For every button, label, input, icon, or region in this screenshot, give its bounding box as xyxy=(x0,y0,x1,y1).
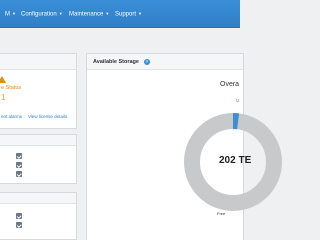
overall-label: Overa xyxy=(220,81,240,88)
health-panel-header xyxy=(0,54,76,70)
caret-down-icon: ▼ xyxy=(58,11,63,16)
check-icon xyxy=(16,171,22,177)
info-icon[interactable]: ? xyxy=(143,58,150,65)
warning-icon xyxy=(0,76,6,83)
caret-down-icon: ▼ xyxy=(105,11,110,16)
nav-label: Configuration xyxy=(21,11,57,18)
current-alarms-link[interactable]: ent alarms xyxy=(1,114,22,119)
view-license-details-link[interactable]: View license details xyxy=(28,114,67,119)
nav-label: M xyxy=(5,11,10,18)
health-panel: e Status 1 ent alarms View license detai… xyxy=(0,53,77,129)
alarm-count: 1 xyxy=(1,93,6,102)
checklist-panel-2 xyxy=(0,192,77,240)
health-status-text: e Status xyxy=(1,85,22,91)
check-icon xyxy=(16,222,22,228)
check-icon xyxy=(16,213,22,219)
checklist-panel-2-header xyxy=(0,193,76,204)
checklist-panel-1-header xyxy=(0,135,76,146)
used-label: U xyxy=(236,98,240,103)
nav-menu-configuration[interactable]: Configuration ▼ xyxy=(21,0,63,28)
storage-panel-title: Available Storage xyxy=(93,59,139,65)
storage-panel-header: Available Storage? xyxy=(87,54,243,70)
nav-label: Support xyxy=(115,11,137,18)
nav-menu-maintenance[interactable]: Maintenance ▼ xyxy=(69,0,109,28)
total-storage-value: 202 TE xyxy=(219,155,252,166)
caret-down-icon: ▼ xyxy=(138,11,142,16)
check-icon xyxy=(16,162,22,168)
caret-down-icon: ▼ xyxy=(12,11,16,16)
top-navbar: M ▼ Configuration ▼ Maintenance ▼ Support ▼ xyxy=(0,0,240,28)
available-storage-panel: Available Storage? Overa U 202 TE Free xyxy=(86,53,282,240)
check-icon xyxy=(16,153,22,159)
nav-menu-first[interactable]: M ▼ xyxy=(5,0,16,28)
nav-label: Maintenance xyxy=(69,11,104,18)
free-label: Free xyxy=(217,211,226,216)
checklist-panel-1 xyxy=(0,134,77,184)
nav-menu-support[interactable]: Support ▼ xyxy=(115,0,142,28)
